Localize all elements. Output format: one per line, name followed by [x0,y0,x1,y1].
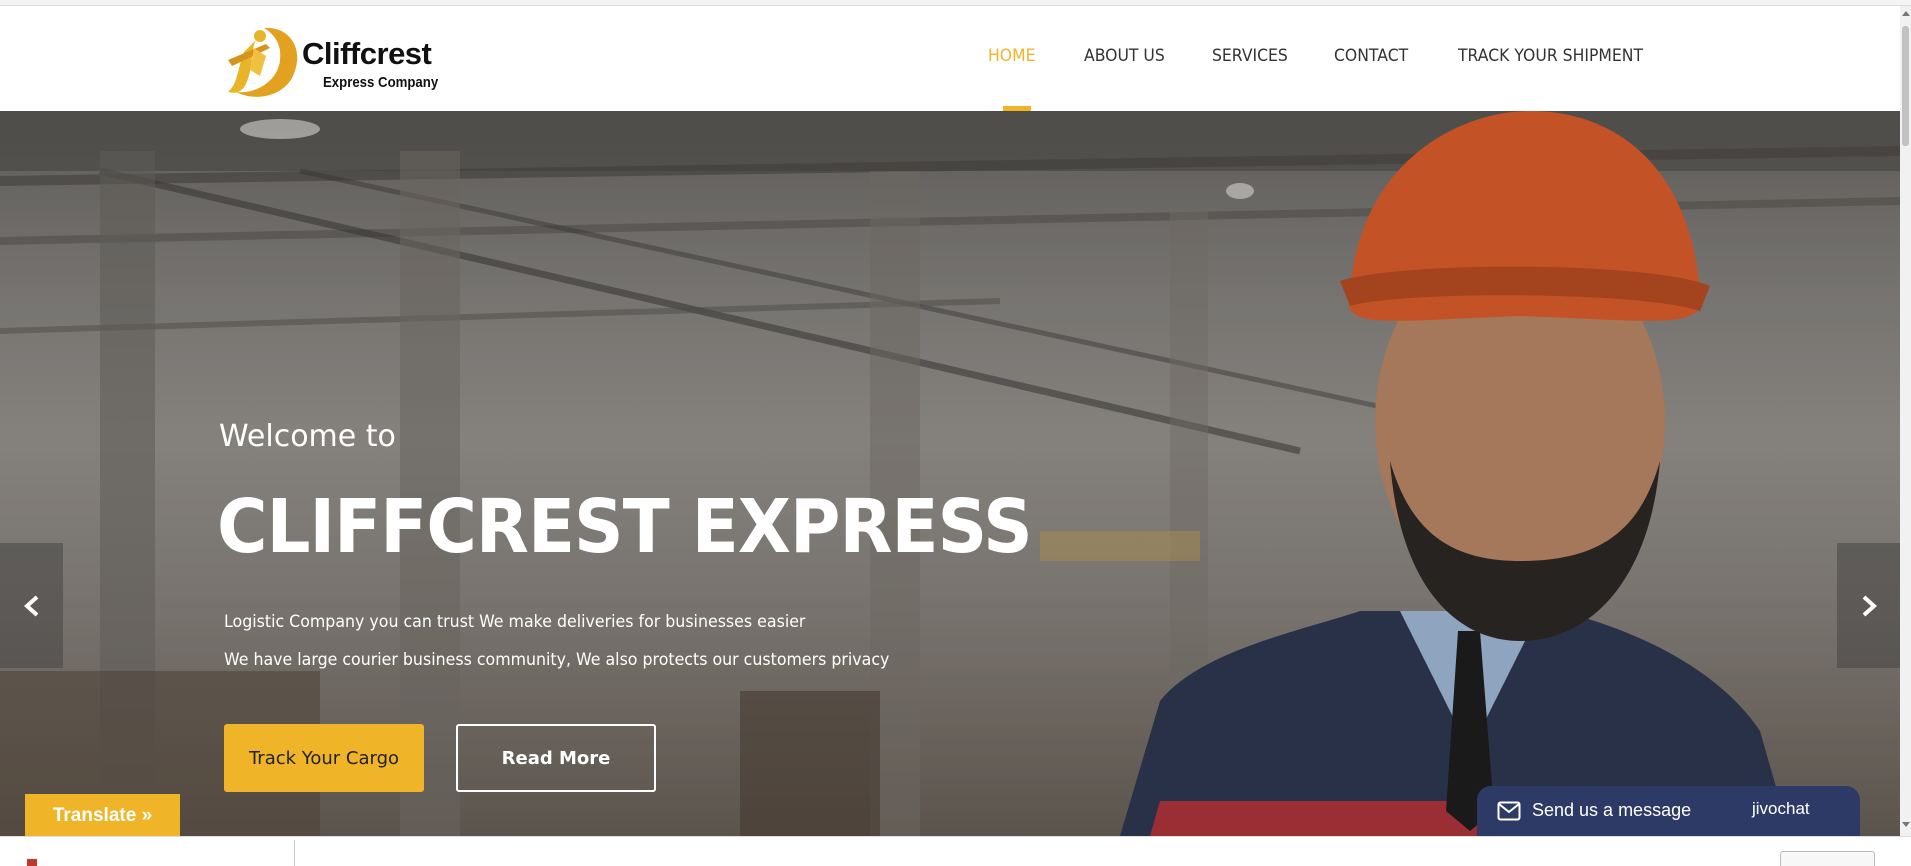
bottom-bar-divider [294,840,295,866]
chat-label: Send us a message [1532,800,1692,820]
site-header: Cliffcrest Express Company HOME ABOUT US… [0,6,1900,111]
hero-welcome: Welcome to [219,419,396,454]
nav-about-us[interactable]: ABOUT US [1084,46,1165,66]
nav-services[interactable]: SERVICES [1212,46,1288,66]
logo-name: Cliffcrest [302,36,432,71]
logo-emblem-icon [228,27,298,97]
chevron-left-icon [23,595,38,616]
hero-slider: Welcome to CLIFFCREST EXPRESS Logistic C… [0,111,1900,836]
bottom-bar [0,836,1911,866]
bottom-bar-icon [27,859,37,866]
logo-tagline: Express Company [323,74,439,91]
nav-home[interactable]: HOME [988,46,1035,66]
scroll-up-arrow-icon[interactable] [1902,11,1910,16]
hero-description-line-1: Logistic Company you can trust We make d… [224,612,806,632]
jivochat-brand: jivochat [1752,799,1810,818]
track-your-cargo-button[interactable]: Track Your Cargo [224,724,424,792]
site-logo[interactable]: Cliffcrest Express Company [220,22,470,102]
page-scrollbar[interactable] [1900,6,1911,836]
hero-description-line-2: We have large courier business community… [224,650,890,670]
translate-button[interactable]: Translate » [25,794,180,838]
scroll-down-arrow-icon[interactable] [1902,822,1910,827]
nav-track-your-shipment[interactable]: TRACK YOUR SHIPMENT [1458,46,1643,66]
chevron-right-icon [1862,595,1877,616]
hero-title: CLIFFCREST EXPRESS [217,484,1033,570]
scroll-thumb[interactable] [1902,26,1909,146]
slider-next-button[interactable] [1837,543,1900,668]
slider-prev-button[interactable] [0,543,63,668]
chat-widget[interactable]: Send us a message jivochat [1477,786,1860,836]
bottom-bar-button[interactable] [1780,851,1875,866]
read-more-button[interactable]: Read More [456,724,656,792]
nav-contact[interactable]: CONTACT [1334,46,1408,66]
envelope-icon [1497,801,1521,821]
